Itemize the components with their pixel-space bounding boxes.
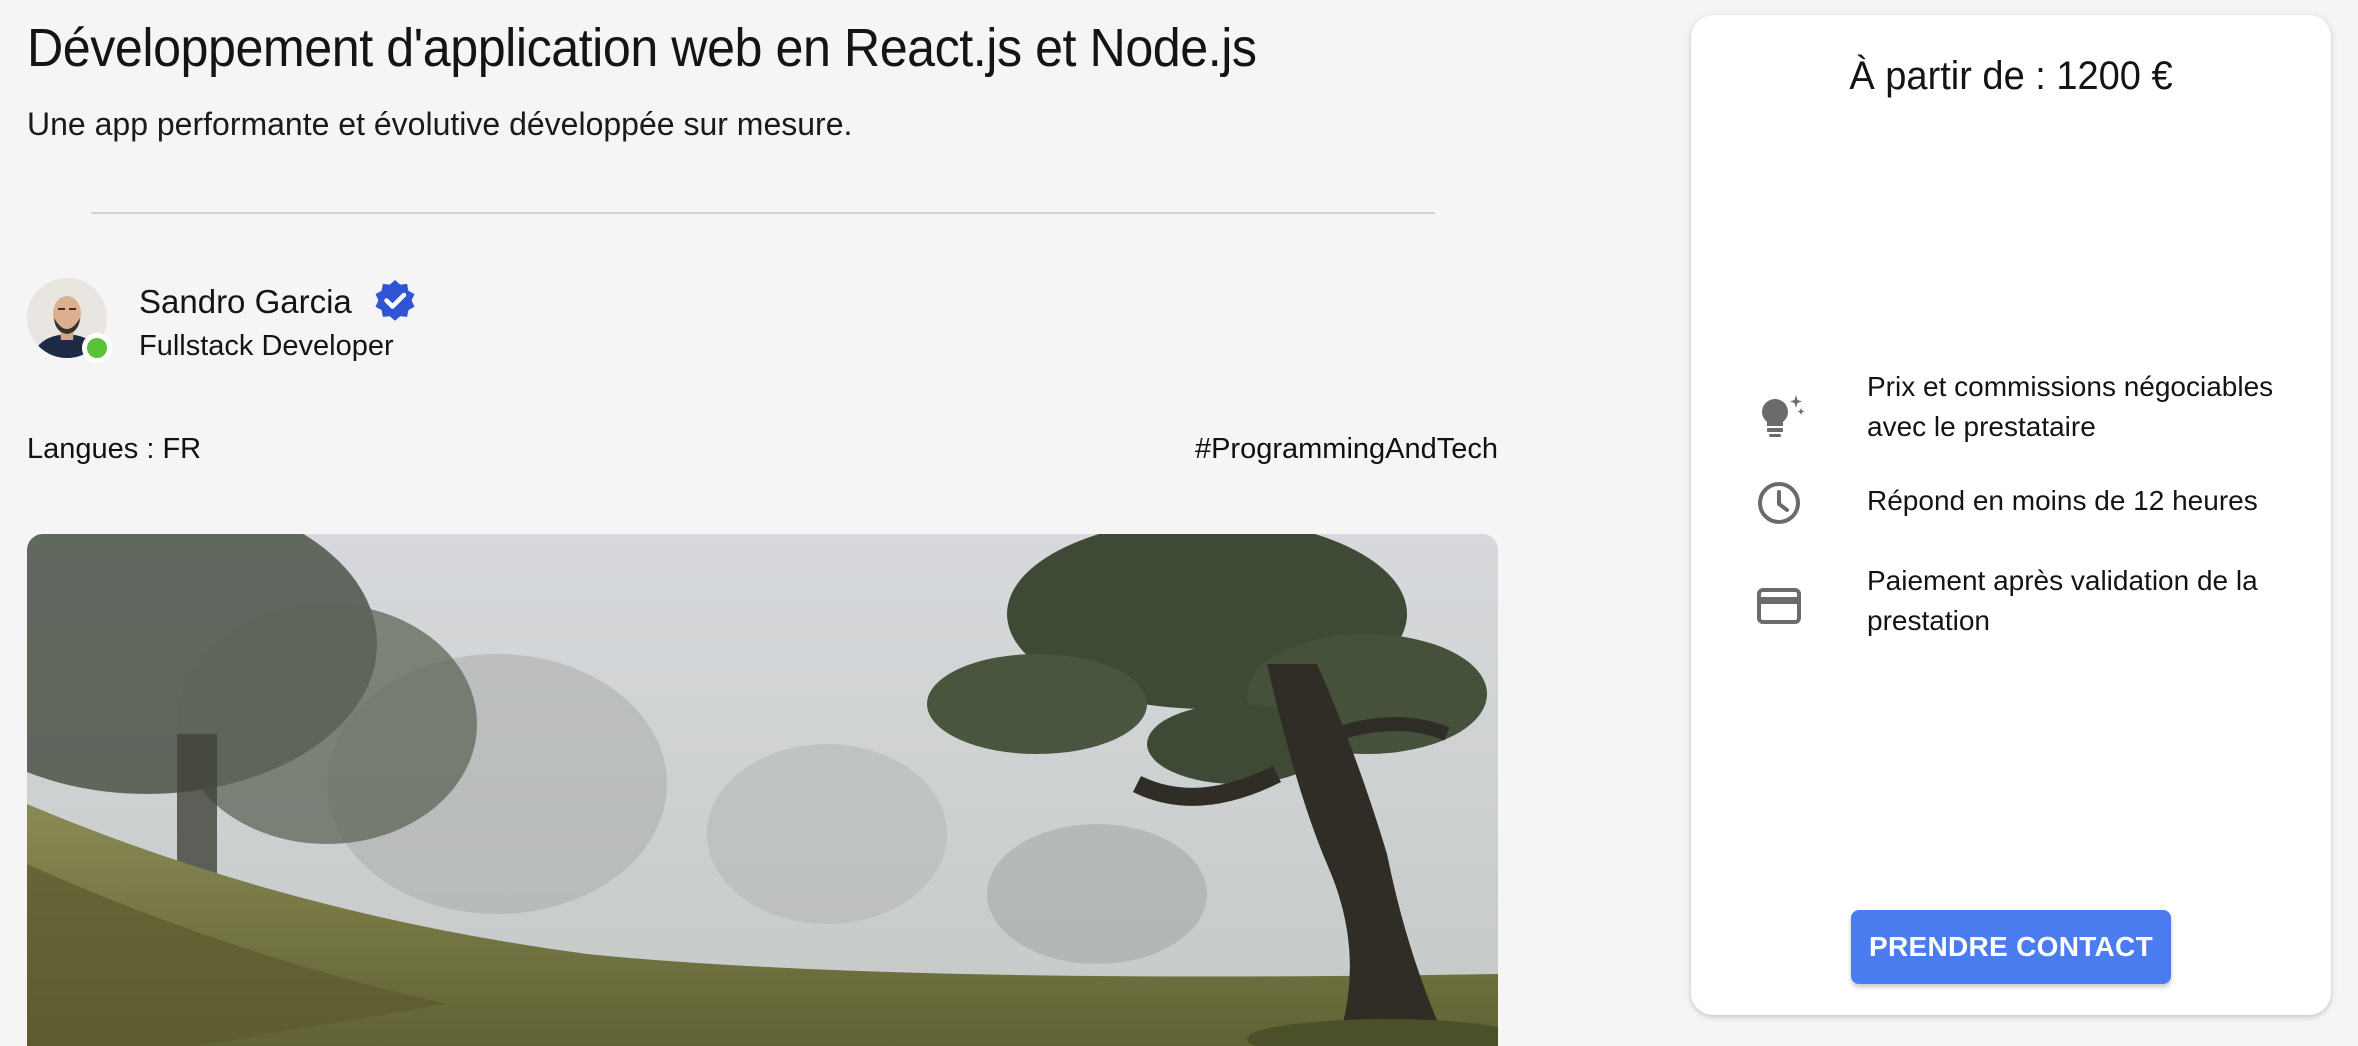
price-label: À partir de : 1200 € <box>1849 54 2173 98</box>
languages-label: Langues : FR <box>27 433 202 465</box>
page-subtitle: Une app performante et évolutive dévelop… <box>27 106 853 142</box>
lightbulb-sparkle-icon <box>1762 395 1805 437</box>
divider <box>91 212 1435 214</box>
clock-icon <box>1758 482 1800 524</box>
feature-text: Répond en moins de 12 heures <box>1867 485 2258 516</box>
feature-text: Paiement après validation de la prestati… <box>1867 565 2258 636</box>
verified-badge-icon <box>375 280 415 321</box>
author-role: Fullstack Developer <box>139 330 394 362</box>
meta-row: Langues : FR #ProgrammingAndTech <box>27 428 1498 470</box>
contact-button[interactable]: PRENDRE CONTACT <box>1851 910 2171 984</box>
pricing-card: À partir de : 1200 € Prix et commissions… <box>1691 15 2331 1015</box>
service-page: Développement d'application web en React… <box>0 0 2358 1046</box>
page-title: Développement d'application web en React… <box>27 18 1257 78</box>
author-name[interactable]: Sandro Garcia <box>139 280 352 324</box>
online-status-icon <box>82 333 112 363</box>
cover-image <box>27 534 1498 1046</box>
feature-text: Prix et commissions négociables avec le … <box>1867 371 2274 442</box>
category-tag[interactable]: #ProgrammingAndTech <box>1195 428 1498 470</box>
credit-card-icon <box>1757 588 1801 624</box>
